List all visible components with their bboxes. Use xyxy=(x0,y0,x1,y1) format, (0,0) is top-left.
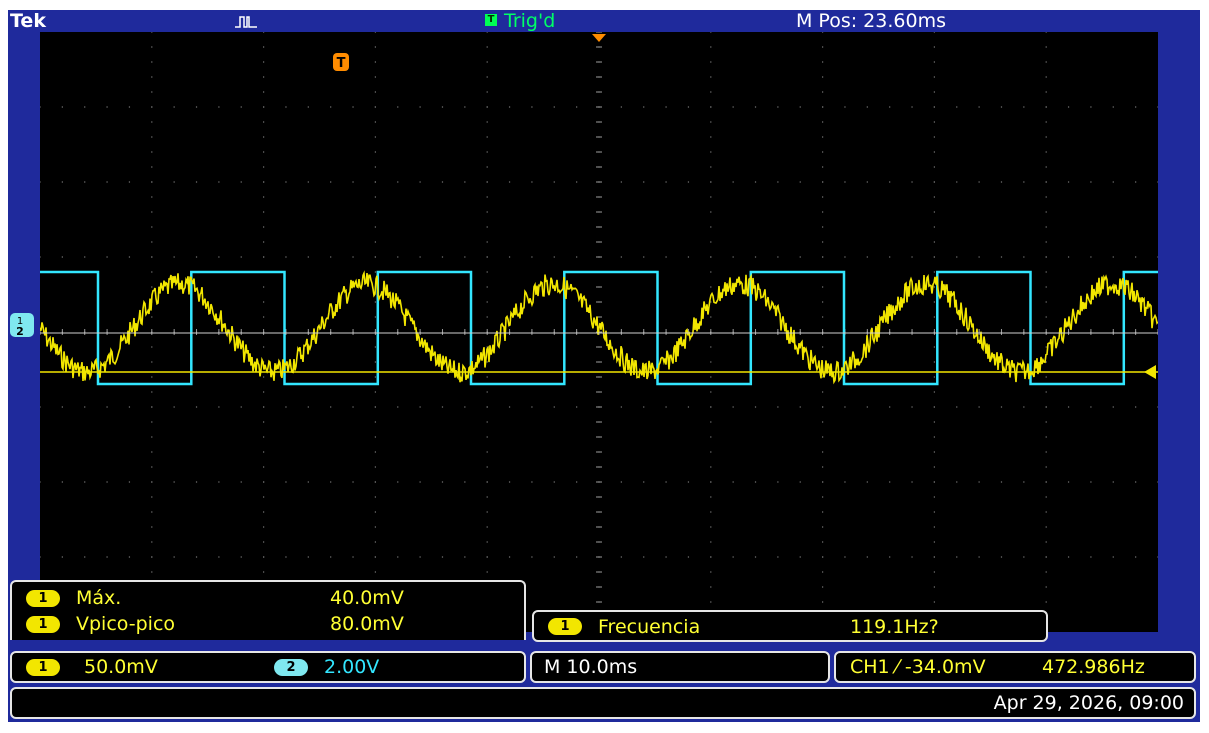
max-value: 40.0mV xyxy=(330,587,404,609)
timebase-scale: M 10.0ms xyxy=(544,656,638,678)
top-status-bar: Tek T Trig'd M Pos: 23.60ms xyxy=(8,10,1200,32)
trigger-source-level: CH1 ⁄ -34.0mV xyxy=(850,656,986,678)
trigger-level-marker xyxy=(1144,365,1156,379)
ch1-sine-waveform xyxy=(40,270,1158,385)
ch1-badge: 1 xyxy=(26,590,60,607)
channel-scale-panel: 1 50.0mV 2 2.00V xyxy=(10,651,526,683)
svg-text:T: T xyxy=(337,56,346,71)
trigger-status: Trig'd xyxy=(504,10,556,32)
brand-logo: Tek xyxy=(10,10,46,32)
waveform-canvas: T xyxy=(40,32,1158,632)
waveform-display: T xyxy=(40,32,1158,632)
ch1-badge: 1 xyxy=(26,616,60,633)
measurements-panel: 1 Máx. 40.0mV 1 Vpico-pico 80.0mV xyxy=(10,580,526,640)
ch2-scale: 2.00V xyxy=(324,656,380,678)
vpp-label: Vpico-pico xyxy=(76,613,176,635)
frequency-measurement-panel: 1 Frecuencia 119.1Hz? xyxy=(532,610,1048,642)
ch2-badge: 2 xyxy=(274,659,308,676)
oscilloscope-frame: Tek T Trig'd M Pos: 23.60ms T 1 2 1 Máx.… xyxy=(8,10,1200,722)
max-label: Máx. xyxy=(76,587,122,609)
ch1-badge: 1 xyxy=(548,618,582,635)
vpp-value: 80.0mV xyxy=(330,613,404,635)
trigger-position-marker xyxy=(592,34,606,42)
datetime: Apr 29, 2026, 09:00 xyxy=(993,692,1184,714)
trigger-frequency: 472.986Hz xyxy=(1042,656,1145,678)
ch1-scale: 50.0mV xyxy=(84,656,158,678)
trigger-panel: CH1 ⁄ -34.0mV 472.986Hz xyxy=(834,651,1196,683)
frequency-value: 119.1Hz? xyxy=(850,616,939,638)
svg-text:2: 2 xyxy=(16,325,24,338)
horizontal-position: M Pos: 23.60ms xyxy=(796,10,946,32)
timebase-panel: M 10.0ms xyxy=(530,651,830,683)
frequency-label: Frecuencia xyxy=(598,616,701,638)
ch1-badge: 1 xyxy=(26,659,60,676)
blank-area xyxy=(14,691,114,715)
datetime-panel: Apr 29, 2026, 09:00 xyxy=(10,687,1196,719)
trigger-point-marker: T xyxy=(333,53,349,71)
channel-markers: 1 2 xyxy=(10,313,34,338)
trigger-icon: T xyxy=(485,14,497,26)
